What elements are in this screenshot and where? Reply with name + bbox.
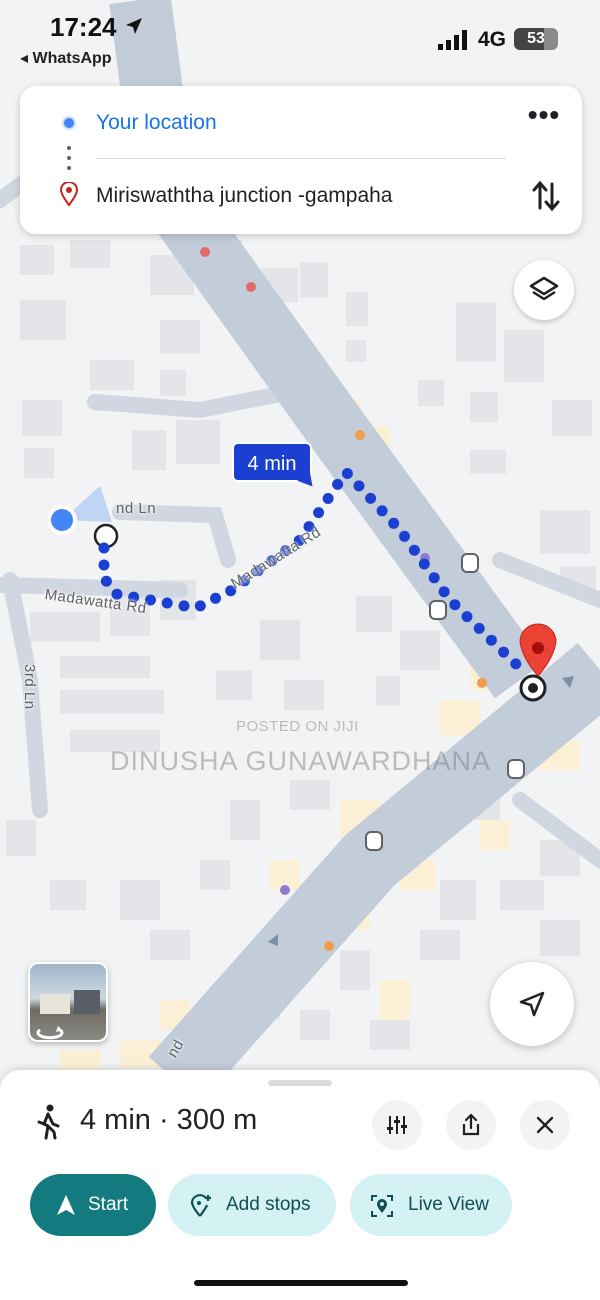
street-view-thumbnail[interactable] <box>28 962 108 1042</box>
cellular-signal-icon <box>438 30 467 50</box>
route-dot <box>428 572 440 584</box>
route-dot <box>408 544 420 556</box>
add-stops-button[interactable]: Add stops <box>168 1174 336 1236</box>
layers-icon <box>529 276 559 301</box>
route-dot <box>449 599 461 611</box>
trip-summary: 4 min · 300 m <box>80 1104 258 1136</box>
route-dot <box>498 646 510 658</box>
route-dot <box>100 575 112 587</box>
start-navigation-button[interactable]: Start <box>30 1174 156 1236</box>
navigation-arrow-icon <box>57 1195 75 1215</box>
close-icon <box>536 1116 554 1134</box>
street-view-rotate-icon <box>36 990 100 1040</box>
sheet-drag-handle[interactable] <box>268 1080 332 1086</box>
route-dot <box>161 597 173 609</box>
route-dot <box>485 634 497 646</box>
route-dot <box>313 507 325 519</box>
route-dot <box>461 611 473 623</box>
recenter-location-button[interactable] <box>490 962 574 1046</box>
route-dot <box>353 480 365 492</box>
street-label-lane: nd Ln <box>116 500 157 517</box>
origin-field[interactable]: Your location <box>96 111 217 135</box>
route-dot <box>322 493 334 504</box>
route-dot <box>376 505 388 517</box>
share-button[interactable] <box>446 1100 496 1150</box>
directions-card: Your location ••• Miriswaththa junction … <box>20 86 582 234</box>
destination-field[interactable]: Miriswaththa junction -gampaha <box>96 184 392 208</box>
live-view-icon <box>371 1195 393 1217</box>
add-stops-label: Add stops <box>226 1194 311 1215</box>
route-dot <box>98 559 110 571</box>
battery-icon: 53 <box>514 28 558 50</box>
route-dot <box>178 600 190 612</box>
route-dot <box>388 517 400 529</box>
route-dot <box>332 478 344 490</box>
status-time: 17:24 <box>50 12 117 42</box>
swap-directions-icon[interactable] <box>530 178 562 214</box>
origin-dot-icon <box>62 116 76 130</box>
home-indicator[interactable] <box>194 1280 408 1286</box>
walking-icon <box>37 1104 60 1140</box>
current-location-dot[interactable] <box>51 509 73 531</box>
back-to-app-link[interactable]: ◂ WhatsApp <box>20 48 112 68</box>
route-dot <box>194 600 206 612</box>
watermark-posted: POSTED ON JIJI <box>236 718 359 735</box>
watermark-name: DINUSHA GUNAWARDHANA <box>110 746 492 776</box>
more-options-button[interactable]: ••• <box>526 101 562 136</box>
location-arrow-icon <box>126 18 142 34</box>
status-bar: 17:24 ◂ WhatsApp 4G 53 <box>0 0 600 78</box>
network-type: 4G <box>478 28 507 51</box>
destination-pin-icon <box>60 182 78 206</box>
route-options-button[interactable] <box>372 1100 422 1150</box>
directions-bottom-sheet: 4 min · 300 m Start Add stops Live View <box>0 1070 600 1300</box>
route-dot <box>473 622 485 634</box>
route-dot <box>210 592 221 604</box>
route-dot <box>98 542 110 554</box>
close-button[interactable] <box>520 1100 570 1150</box>
battery-level: 53 <box>527 30 545 47</box>
route-dot <box>438 586 450 598</box>
field-divider <box>96 158 506 159</box>
route-connector-icon <box>66 146 72 176</box>
route-time-bubble[interactable]: 4 min <box>232 442 312 482</box>
route-dot <box>399 530 410 542</box>
route-dot <box>510 658 522 670</box>
route-dot <box>365 492 377 504</box>
route-dot <box>418 558 430 570</box>
map-layers-button[interactable] <box>514 260 574 320</box>
route-dot <box>341 468 353 479</box>
live-view-label: Live View <box>408 1194 489 1215</box>
street-label-3rd-ln: 3rd Ln <box>21 664 38 710</box>
live-view-button[interactable]: Live View <box>350 1174 512 1236</box>
tune-icon <box>387 1116 407 1134</box>
navigation-arrow-icon <box>519 991 545 1017</box>
add-stop-pin-icon <box>190 1194 211 1217</box>
share-icon <box>462 1113 480 1136</box>
start-label: Start <box>88 1194 129 1215</box>
